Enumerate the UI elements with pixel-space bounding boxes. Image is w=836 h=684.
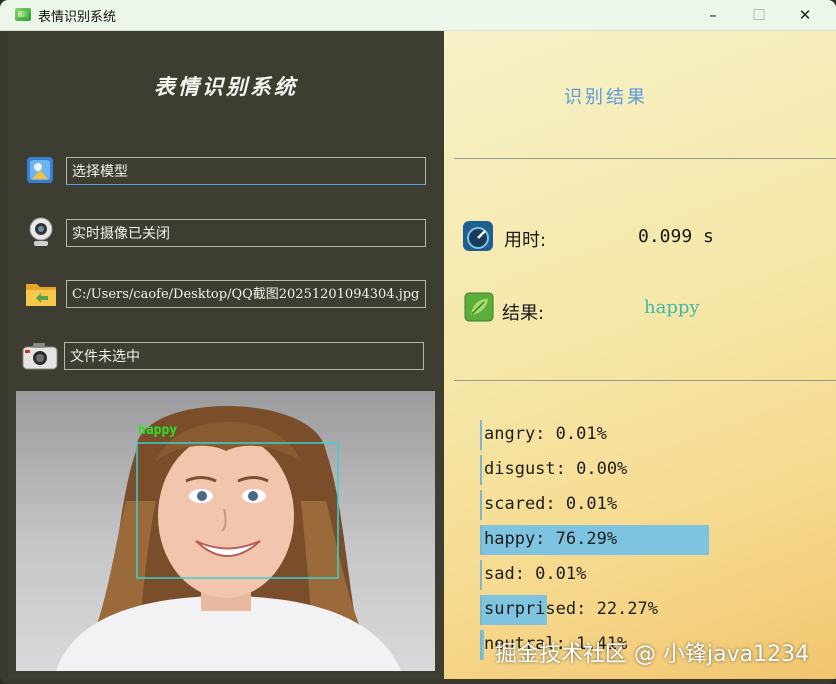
time-label: 用时:	[504, 230, 547, 251]
maximize-button[interactable]: ☐	[736, 0, 782, 30]
probability-bar-tick	[480, 595, 482, 625]
folder-open-icon[interactable]	[24, 276, 58, 310]
probability-bar: happy: 76.29%	[480, 525, 780, 555]
probability-bar-tick	[480, 490, 482, 520]
probability-bar: disgust: 0.00%	[480, 455, 780, 485]
folder-image-icon[interactable]	[24, 153, 58, 187]
probability-bar: angry: 0.01%	[480, 420, 780, 450]
preview-image: happy	[16, 391, 435, 671]
file-path-field[interactable]: C:/Users/caofe/Desktop/QQ截图2025120109430…	[66, 280, 426, 308]
divider-bottom	[454, 380, 836, 381]
capture-status-field[interactable]: 文件未选中	[64, 342, 424, 370]
probability-label: scared: 0.01%	[484, 494, 618, 514]
result-heading: 识别结果	[564, 87, 648, 108]
probability-bar-tick	[480, 525, 482, 555]
probability-bar-tick	[480, 560, 482, 590]
leaf-icon	[464, 291, 494, 323]
camera-status-field[interactable]: 实时摄像已关闭	[66, 219, 426, 247]
probability-label: sad: 0.01%	[484, 564, 587, 584]
divider-top	[454, 158, 836, 159]
model-select-field[interactable]: 选择模型	[66, 157, 426, 185]
probability-label: angry: 0.01%	[484, 424, 607, 444]
probability-label: disgust: 0.00%	[484, 459, 628, 479]
webcam-icon[interactable]	[24, 215, 58, 249]
probability-bar-tick	[480, 420, 482, 450]
app-heading: 表情识别系统	[154, 74, 298, 99]
app-window: 表情识别系统 – ☐ ✕ 表情识别系统 选择模型 实时摄像已关闭 C:/User…	[0, 0, 836, 684]
probability-bar-tick	[480, 455, 482, 485]
photo-camera-icon[interactable]	[21, 338, 59, 372]
probability-label: happy: 76.29%	[484, 529, 618, 549]
watermark-text: 掘金技术社区 @ 小锋java1234	[495, 642, 810, 667]
result-value: happy	[644, 297, 700, 318]
result-panel: 识别结果 用时: 0.099 s 结果: happy angry: 0.01% d…	[444, 31, 836, 679]
probability-bar-tick	[480, 630, 482, 660]
control-panel: 表情识别系统 选择模型 实时摄像已关闭 C:/Users/caofe/Deskt…	[8, 31, 444, 679]
minimize-button[interactable]: –	[690, 0, 736, 30]
probability-bar: scared: 0.01%	[480, 490, 780, 520]
probability-bar: sad: 0.01%	[480, 560, 780, 590]
speedometer-icon	[462, 220, 494, 252]
result-label: 结果:	[502, 303, 545, 324]
time-value: 0.099 s	[638, 226, 714, 247]
window-title: 表情识别系统	[38, 10, 117, 25]
probability-label: surprised: 22.27%	[484, 599, 658, 619]
face-label: happy	[138, 423, 178, 438]
close-button[interactable]: ✕	[782, 0, 828, 30]
title-bar: 表情识别系统 – ☐ ✕	[0, 0, 836, 31]
girl-portrait-illustration	[56, 406, 401, 671]
probability-bar: surprised: 22.27%	[480, 595, 780, 625]
app-icon	[15, 8, 31, 21]
